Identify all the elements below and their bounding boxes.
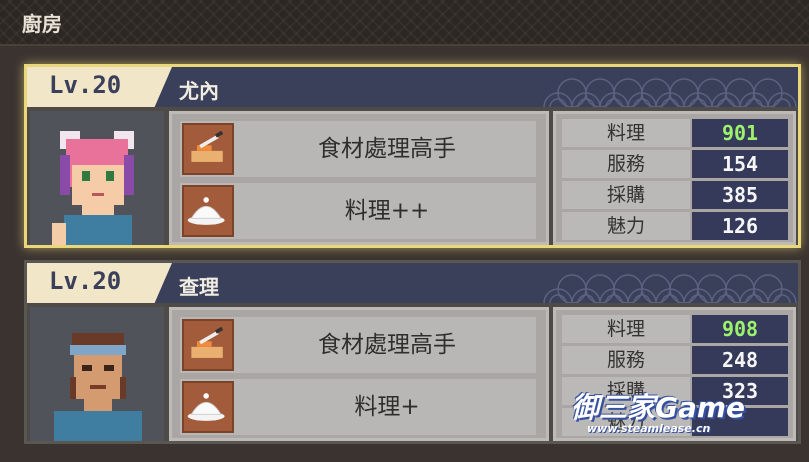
level-text: Lv.20 bbox=[49, 267, 122, 295]
skill-label: 食材處理高手 bbox=[318, 136, 456, 162]
stat-service: 服務 154 bbox=[562, 150, 788, 178]
wave-pattern-icon bbox=[543, 274, 797, 303]
staff-portrait bbox=[30, 307, 164, 441]
stat-value bbox=[692, 408, 788, 436]
stat-purchasing: 採購 323 bbox=[562, 377, 788, 405]
knife-cutting-board-icon bbox=[182, 123, 234, 175]
cloche-icon bbox=[182, 381, 234, 433]
staff-list-panel: Lv.20 尤內 食材處理高手 料理++ 料理 901 服務 154 採購 38… bbox=[0, 46, 809, 462]
stat-label: 料理 bbox=[562, 119, 690, 147]
stat-label: 魅力 bbox=[562, 408, 690, 436]
headband-chef-portrait bbox=[54, 333, 142, 441]
stat-value: 323 bbox=[692, 377, 788, 405]
stat-label: 採購 bbox=[562, 377, 690, 405]
stat-cooking: 料理 901 bbox=[562, 119, 788, 147]
stat-label: 料理 bbox=[562, 315, 690, 343]
stat-cooking: 料理 908 bbox=[562, 315, 788, 343]
staff-card-header: Lv.20 查理 bbox=[27, 263, 798, 303]
skill-label: 食材處理高手 bbox=[318, 332, 456, 358]
staff-portrait bbox=[30, 111, 164, 245]
stat-value: 901 bbox=[692, 119, 788, 147]
stat-value: 908 bbox=[692, 315, 788, 343]
knife-cutting-board-icon bbox=[182, 319, 234, 371]
stat-label: 服務 bbox=[562, 346, 690, 374]
stat-purchasing: 採購 385 bbox=[562, 181, 788, 209]
stat-label: 服務 bbox=[562, 150, 690, 178]
staff-card-1[interactable]: Lv.20 尤內 食材處理高手 料理++ 料理 901 服務 154 採購 38… bbox=[24, 64, 801, 248]
skill-label: 料理+ bbox=[354, 394, 420, 420]
skill-label: 料理++ bbox=[344, 198, 430, 224]
level-badge: Lv.20 bbox=[27, 67, 172, 107]
screen-title: 廚房 bbox=[22, 12, 62, 36]
wave-pattern-icon bbox=[543, 78, 797, 107]
staff-name: 尤內 bbox=[179, 79, 219, 103]
stats-box: 料理 901 服務 154 採購 385 魅力 126 bbox=[553, 111, 796, 245]
stat-value: 154 bbox=[692, 150, 788, 178]
stats-box: 料理 908 服務 248 採購 323 魅力 bbox=[553, 307, 796, 441]
staff-card-header: Lv.20 尤內 bbox=[27, 67, 798, 107]
skill-slot[interactable]: 食材處理高手 bbox=[180, 121, 536, 177]
skill-slot[interactable]: 料理+ bbox=[180, 379, 536, 435]
skills-box: 食材處理高手 料理++ bbox=[169, 111, 549, 245]
stat-service: 服務 248 bbox=[562, 346, 788, 374]
level-text: Lv.20 bbox=[49, 71, 122, 99]
stat-label: 魅力 bbox=[562, 212, 690, 240]
skills-box: 食材處理高手 料理+ bbox=[169, 307, 549, 441]
stat-label: 採購 bbox=[562, 181, 690, 209]
top-bar: 廚房 bbox=[0, 0, 809, 46]
cloche-icon bbox=[182, 185, 234, 237]
stat-charm: 魅力 126 bbox=[562, 212, 788, 240]
stat-value: 126 bbox=[692, 212, 788, 240]
pink-hair-chef-portrait bbox=[52, 131, 134, 245]
level-badge: Lv.20 bbox=[27, 263, 172, 303]
staff-card-2[interactable]: Lv.20 查理 食材處理高手 料理+ 料理 908 服務 248 採購 323… bbox=[24, 260, 801, 444]
staff-name: 查理 bbox=[179, 275, 219, 299]
skill-slot[interactable]: 食材處理高手 bbox=[180, 317, 536, 373]
stat-value: 385 bbox=[692, 181, 788, 209]
stat-charm: 魅力 bbox=[562, 408, 788, 436]
stat-value: 248 bbox=[692, 346, 788, 374]
skill-slot[interactable]: 料理++ bbox=[180, 183, 536, 239]
